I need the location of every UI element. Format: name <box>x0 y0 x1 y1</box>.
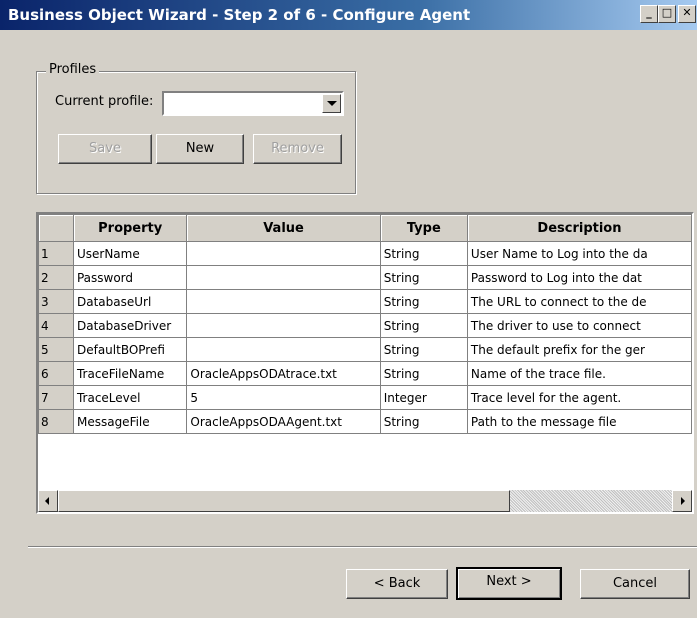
header-row: Property Value Type Description <box>38 214 692 242</box>
value-cell[interactable]: OracleAppsODAAgent.txt <box>186 409 381 434</box>
profiles-group-title: Profiles <box>46 62 100 77</box>
type-cell[interactable]: String <box>379 265 468 290</box>
table-row[interactable]: 3 DatabaseUrl String The URL to connect … <box>38 289 692 314</box>
scrollbar-thumb[interactable] <box>58 490 510 512</box>
back-button[interactable]: < Back <box>346 569 448 599</box>
value-cell[interactable]: OracleAppsODAtrace.txt <box>186 361 381 386</box>
property-cell[interactable]: TraceLevel <box>72 385 188 410</box>
property-cell[interactable]: DatabaseDriver <box>72 313 188 338</box>
save-button[interactable]: Save <box>58 134 152 164</box>
maximize-icon[interactable]: □ <box>658 5 676 23</box>
type-cell[interactable]: String <box>379 361 468 386</box>
description-cell[interactable]: Name of the trace file. <box>466 361 692 386</box>
table-row[interactable]: 1 UserName String User Name to Log into … <box>38 241 692 266</box>
type-cell[interactable]: String <box>379 337 468 362</box>
description-cell[interactable]: Path to the message file <box>466 409 692 434</box>
property-cell[interactable]: TraceFileName <box>72 361 188 386</box>
table-row[interactable]: 6 TraceFileName OracleAppsODAtrace.txt S… <box>38 361 692 386</box>
row-number: 6 <box>38 361 74 386</box>
description-cell[interactable]: The default prefix for the ger <box>466 337 692 362</box>
column-header-property[interactable]: Property <box>72 214 188 242</box>
value-cell[interactable] <box>186 265 381 290</box>
table-row[interactable]: 4 DatabaseDriver String The driver to us… <box>38 313 692 338</box>
row-number: 2 <box>38 265 74 290</box>
type-cell[interactable]: String <box>379 409 468 434</box>
horizontal-scrollbar[interactable] <box>38 490 692 512</box>
footer-separator <box>28 546 697 548</box>
corner-header <box>38 214 74 242</box>
row-number: 4 <box>38 313 74 338</box>
scroll-right-button[interactable] <box>672 490 692 512</box>
value-cell[interactable] <box>186 337 381 362</box>
table-row[interactable]: 7 TraceLevel 5 Integer Trace level for t… <box>38 385 692 410</box>
title-bar[interactable]: Business Object Wizard - Step 2 of 6 - C… <box>0 0 697 30</box>
column-header-description[interactable]: Description <box>466 214 692 242</box>
remove-button[interactable]: Remove <box>253 134 342 164</box>
chevron-down-icon <box>327 101 337 106</box>
current-profile-label: Current profile: <box>55 94 154 109</box>
description-cell[interactable]: Password to Log into the dat <box>466 265 692 290</box>
description-cell[interactable]: The URL to connect to the de <box>466 289 692 314</box>
arrow-right-icon <box>681 497 685 505</box>
type-cell[interactable]: String <box>379 289 468 314</box>
value-cell[interactable] <box>186 241 381 266</box>
property-cell[interactable]: UserName <box>72 241 188 266</box>
minimize-icon[interactable]: _ <box>640 5 658 23</box>
row-number: 8 <box>38 409 74 434</box>
row-number: 1 <box>38 241 74 266</box>
description-cell[interactable]: The driver to use to connect <box>466 313 692 338</box>
property-cell[interactable]: MessageFile <box>72 409 188 434</box>
cancel-button[interactable]: Cancel <box>580 569 690 599</box>
current-profile-select[interactable] <box>162 91 344 116</box>
column-header-type[interactable]: Type <box>379 214 468 242</box>
profiles-group <box>36 71 356 194</box>
row-number: 3 <box>38 289 74 314</box>
row-number: 7 <box>38 385 74 410</box>
property-cell[interactable]: Password <box>72 265 188 290</box>
close-icon[interactable]: ✕ <box>678 5 696 23</box>
next-button[interactable]: Next > <box>456 567 562 600</box>
table-row[interactable]: 8 MessageFile OracleAppsODAAgent.txt Str… <box>38 409 692 434</box>
property-cell[interactable]: DefaultBOPrefi <box>72 337 188 362</box>
value-cell[interactable] <box>186 289 381 314</box>
type-cell[interactable]: Integer <box>379 385 468 410</box>
description-cell[interactable]: Trace level for the agent. <box>466 385 692 410</box>
table-row[interactable]: 2 Password String Password to Log into t… <box>38 265 692 290</box>
arrow-left-icon <box>45 497 49 505</box>
table-row[interactable]: 5 DefaultBOPrefi String The default pref… <box>38 337 692 362</box>
dropdown-button[interactable] <box>322 94 341 113</box>
property-grid[interactable]: Property Value Type Description 1 UserNa… <box>36 212 694 514</box>
type-cell[interactable]: String <box>379 313 468 338</box>
property-table: Property Value Type Description 1 UserNa… <box>38 214 692 434</box>
column-header-value[interactable]: Value <box>186 214 381 242</box>
new-button[interactable]: New <box>156 134 244 164</box>
property-cell[interactable]: DatabaseUrl <box>72 289 188 314</box>
value-cell[interactable] <box>186 313 381 338</box>
value-cell[interactable]: 5 <box>186 385 381 410</box>
description-cell[interactable]: User Name to Log into the da <box>466 241 692 266</box>
scroll-left-button[interactable] <box>38 490 58 512</box>
row-number: 5 <box>38 337 74 362</box>
type-cell[interactable]: String <box>379 241 468 266</box>
window-title: Business Object Wizard - Step 2 of 6 - C… <box>8 6 471 24</box>
